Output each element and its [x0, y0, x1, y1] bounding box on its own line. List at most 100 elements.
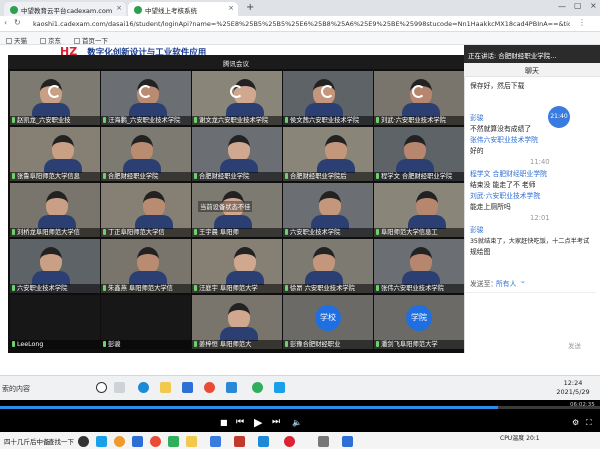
video-tile[interactable]: 谢文龙六安职业技术学院 [192, 71, 282, 125]
settings-icon[interactable]: ⚙ [572, 418, 579, 427]
app-icon[interactable] [258, 436, 269, 447]
app-icon[interactable] [132, 436, 143, 447]
microphone-icon [12, 285, 15, 291]
video-tile[interactable]: 当前设备状态不佳 王宇晨 阜阳师 [192, 183, 282, 237]
url-field[interactable]: kaoshi1.cadexam.com/dasai16/student/logi… [30, 18, 570, 30]
chrome-icon[interactable] [204, 382, 215, 393]
video-tile[interactable]: 合肥财经职业学院 [101, 127, 191, 181]
app-icon[interactable] [96, 436, 107, 447]
participant-name: 彭骏 [101, 340, 191, 349]
participant-body [220, 327, 258, 341]
video-tile[interactable]: 张鲁阜阳师范大学信息 [10, 127, 100, 181]
close-window-icon[interactable]: × [590, 1, 597, 10]
stop-icon[interactable]: ■ [220, 418, 228, 427]
app-icon[interactable] [210, 436, 221, 447]
video-tile[interactable]: 程学文 合肥财经职业学院 [374, 127, 464, 181]
microphone-icon [12, 117, 15, 123]
video-tile[interactable]: 六安职业技术学院 [283, 183, 373, 237]
participant-name-label: 六安职业技术学院 [17, 285, 68, 292]
app-icon[interactable] [318, 436, 329, 447]
participant-name-label: 六安职业技术学院 [290, 229, 341, 236]
video-tile[interactable]: LeeLong [10, 295, 100, 349]
video-tile[interactable]: 汪庭宇 阜阳师范大学 [192, 239, 282, 293]
minimize-icon[interactable]: — [558, 2, 566, 11]
browser-tab-2[interactable]: 中望线上考核系统 × [128, 2, 238, 16]
chat-sender: 刘武·六安职业技术学院 [470, 192, 541, 200]
taskbar-search[interactable]: 索的内容 [0, 378, 90, 398]
reload-icon[interactable]: ↻ [14, 18, 21, 27]
video-tile[interactable]: 阜阳师范大学信息工 [374, 183, 464, 237]
browser-icon[interactable] [252, 382, 263, 393]
app-icon[interactable] [342, 436, 353, 447]
participant-name: 汪海鹏_六安职业技术学院 [101, 116, 191, 125]
close-tab-icon[interactable]: × [228, 4, 234, 12]
video-tile[interactable]: 合肥财经职业学院后 [283, 127, 373, 181]
video-tile[interactable]: 汪海鹏_六安职业技术学院 [101, 71, 191, 125]
volume-icon[interactable]: 🔈 [292, 418, 302, 427]
video-tile[interactable]: 合肥财经职业学院 [192, 127, 282, 181]
app-icon[interactable] [234, 436, 245, 447]
file-explorer-icon[interactable] [160, 382, 171, 393]
app-icon[interactable] [150, 436, 161, 447]
video-tile[interactable]: 刘桥龙阜阳师范大学信 [10, 183, 100, 237]
video-tile[interactable]: 徐昂 六安职业技术学院 [283, 239, 373, 293]
browser-tab-1[interactable]: 中望教育云平台cadexam.com × [4, 2, 126, 16]
bookmark-jd[interactable]: 京东 [40, 35, 61, 45]
app-icon[interactable] [114, 436, 125, 447]
cortana-icon[interactable] [96, 382, 107, 393]
app-icon[interactable] [186, 436, 197, 447]
participant-name: 丁正阜阳师范大学信 [101, 228, 191, 237]
close-tab-icon[interactable]: × [116, 4, 122, 12]
video-tile[interactable]: 彭骏 [101, 295, 191, 349]
app-icon[interactable] [226, 382, 237, 393]
maximize-icon[interactable]: ▢ [574, 1, 582, 10]
video-tile[interactable]: 学校 彭豫合肥财经职业 [283, 295, 373, 349]
video-tile[interactable]: 张伟六安职业技术学院 [374, 239, 464, 293]
video-tile[interactable]: 赵凯龙_六安职业技 [10, 71, 100, 125]
video-tile[interactable]: 朱鑫燕 阜阳师范大学信 [101, 239, 191, 293]
microphone-icon [12, 173, 15, 179]
microphone-icon [194, 341, 197, 347]
participant-name-label: 张鲁阜阳师范大学信息 [17, 173, 80, 180]
video-tile[interactable]: 刘武·六安职业技术学院 [374, 71, 464, 125]
participant-video [416, 191, 438, 217]
bookmark-icon [74, 38, 80, 44]
back-icon[interactable]: ‹ [4, 18, 7, 27]
bookmark-tmall[interactable]: 天猫 [6, 35, 27, 45]
send-to-select[interactable]: 所有人 [496, 278, 516, 288]
video-tile[interactable]: 六安职业技术学院 [10, 239, 100, 293]
prev-icon[interactable]: ⏮ [236, 417, 244, 427]
app-icon[interactable] [78, 436, 89, 447]
participant-name: 六安职业技术学院 [10, 284, 100, 293]
video-tile[interactable]: 侯文茜六安职业技术学院 [283, 71, 373, 125]
microphone-icon [12, 229, 15, 235]
app-icon[interactable] [284, 436, 295, 447]
bookmarks-bar: 天猫 京东 首页一下 [0, 32, 600, 45]
edge-icon[interactable] [138, 382, 149, 393]
microphone-icon [376, 341, 379, 347]
store-icon[interactable] [182, 382, 193, 393]
video-tile[interactable]: 丁正阜阳师范大学信 [101, 183, 191, 237]
video-tile[interactable]: 姜梓恒 阜阳师范大 [192, 295, 282, 349]
fullscreen-icon[interactable]: ⛶ [586, 418, 592, 428]
chevron-down-icon[interactable]: ⌄ [520, 277, 526, 285]
microphone-icon [194, 229, 197, 235]
play-icon[interactable]: ▶ [254, 416, 262, 429]
new-tab-button[interactable]: + [246, 2, 254, 13]
start-label[interactable]: 四十几斤后中备 [4, 436, 50, 446]
video-tile[interactable]: 学院 潘剑飞阜阳师范大学 [374, 295, 464, 349]
menu-icon[interactable]: ⋮ [578, 18, 586, 27]
send-button[interactable]: 发送 [568, 340, 581, 350]
participant-name-label: 汪海鹏_六安职业技术学院 [108, 117, 181, 124]
chat-input[interactable] [466, 292, 596, 347]
task-view-icon[interactable] [114, 382, 125, 393]
meeting-app-icon[interactable] [274, 382, 285, 393]
participant-video [52, 135, 74, 161]
app-icon[interactable] [168, 436, 179, 447]
clock-time: 12:24 [563, 379, 583, 387]
participant-name-label: 刘武·六安职业技术学院 [381, 117, 446, 124]
microphone-icon [103, 341, 106, 347]
search-label[interactable]: 查找一下 [48, 436, 74, 446]
bookmark-home[interactable]: 首页一下 [74, 35, 108, 45]
next-icon[interactable]: ⏭ [272, 417, 280, 427]
